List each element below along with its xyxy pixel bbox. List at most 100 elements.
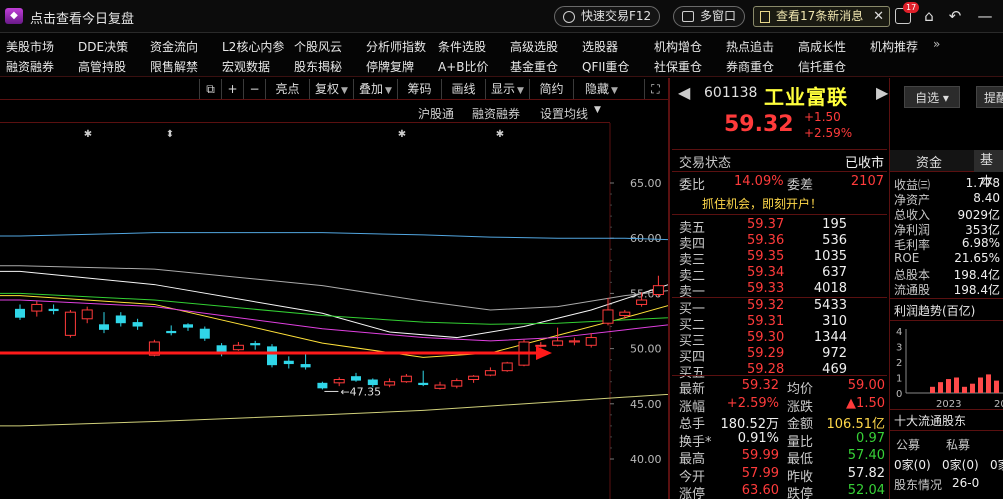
menu-item[interactable]: 条件选股 — [438, 38, 486, 55]
menu-item[interactable]: 热点追击 — [726, 38, 774, 55]
chart-subtool-item[interactable]: 沪股通 — [418, 105, 454, 122]
sell-level-row[interactable]: 卖五 59.37 195 — [672, 217, 887, 236]
menu-more-button[interactable]: » — [933, 37, 940, 51]
panel-divider[interactable] — [668, 78, 670, 499]
buy-level-row[interactable]: 买一 59.32 5433 — [672, 298, 887, 317]
tab-basic[interactable]: 基本 — [974, 150, 1003, 190]
chart-toolbar-button[interactable]: 复权 ▼ — [309, 79, 353, 99]
menu-item[interactable]: 美股市场 — [6, 38, 54, 55]
app-title[interactable]: 点击查看今日复盘 — [30, 8, 134, 27]
zoom-in-icon[interactable]: + — [221, 79, 243, 99]
candle-body[interactable] — [501, 362, 513, 372]
candle-body[interactable] — [400, 375, 412, 383]
menu-item[interactable]: 高成长性 — [798, 38, 846, 55]
next-stock-icon[interactable]: ▶ — [876, 83, 888, 102]
menu-item[interactable]: 限售解禁 — [150, 58, 198, 75]
candle-body[interactable] — [132, 322, 143, 327]
chevron-down-icon[interactable]: ▼ — [594, 105, 601, 115]
candle-body[interactable] — [81, 309, 93, 320]
buy-level-row[interactable]: 买三 59.30 1344 — [672, 330, 887, 349]
candle-body[interactable] — [468, 375, 480, 381]
candle-body[interactable] — [619, 311, 631, 316]
chart-toolbar-button[interactable]: 显示 ▼ — [485, 79, 529, 99]
candle-body[interactable] — [250, 343, 261, 346]
menu-item[interactable]: A+B比价 — [438, 58, 489, 75]
candle-body[interactable] — [535, 344, 547, 347]
candle-body[interactable] — [115, 315, 126, 324]
menu-item[interactable]: 基金重仓 — [510, 58, 558, 75]
candle-body[interactable] — [484, 370, 496, 376]
candle-body[interactable] — [64, 311, 76, 336]
chart-toolbar-button[interactable]: 亮点 — [265, 79, 309, 99]
candle-body[interactable] — [232, 344, 244, 351]
candle-body[interactable] — [15, 308, 25, 318]
menu-item[interactable]: 分析师指数 — [366, 38, 426, 55]
candle-body[interactable] — [183, 324, 193, 328]
kline-chart[interactable]: 65.00 60.00 55.00 50.00 45.00 40.00 ✱ ⬍ ✱ ✱ ←47.35 — [0, 123, 732, 499]
menu-item[interactable]: QFII重仓 — [582, 58, 629, 75]
sell-level-row[interactable]: 卖一 59.33 4018 — [672, 281, 887, 300]
menu-item[interactable]: 资金流向 — [150, 38, 198, 55]
minimize-icon[interactable]: — — [976, 7, 994, 25]
candle-body[interactable] — [317, 382, 328, 389]
sell-level-row[interactable]: 卖四 59.36 536 — [672, 233, 887, 252]
candle-body[interactable] — [568, 340, 580, 343]
candle-body[interactable] — [652, 285, 664, 296]
candle-body[interactable] — [451, 380, 463, 387]
menu-item[interactable]: 高级选股 — [510, 38, 558, 55]
candle-body[interactable] — [283, 360, 294, 365]
chart-toolbar-button[interactable]: 筹码 — [397, 79, 441, 99]
candle-body[interactable] — [552, 340, 564, 346]
menu-item[interactable]: L2核心内参 — [222, 38, 284, 55]
stock-name[interactable]: 工业富联 — [764, 81, 848, 110]
candle-body[interactable] — [31, 303, 43, 312]
event-marker-icon[interactable]: ✱ — [84, 129, 92, 140]
quick-trade-button[interactable]: 快速交易F12 — [554, 6, 661, 27]
menu-item[interactable]: 个股风云 — [294, 38, 342, 55]
close-icon[interactable]: ✕ — [873, 7, 884, 26]
buy-level-row[interactable]: 买二 59.31 310 — [672, 314, 887, 333]
news-button[interactable]: 查看17条新消息 ✕ — [753, 6, 890, 27]
home-icon[interactable]: ⌂ — [920, 7, 938, 25]
buy-level-row[interactable]: 买四 59.29 972 — [672, 346, 887, 365]
multi-window-button[interactable]: 多窗口 — [673, 6, 746, 27]
candle-body[interactable] — [585, 337, 597, 346]
chart-toolbar-button[interactable]: 叠加 ▼ — [353, 79, 397, 99]
menu-item[interactable]: 股东揭秘 — [294, 58, 342, 75]
menu-item[interactable]: 停牌复牌 — [366, 58, 414, 75]
chart-toolbar-button[interactable]: 隐藏 ▼ — [573, 79, 629, 99]
copy-icon[interactable]: ⧉ — [199, 79, 221, 99]
menu-item[interactable]: 融资融券 — [6, 58, 54, 75]
self-select-button[interactable]: 自选 ▾ — [904, 86, 960, 108]
zoom-out-icon[interactable]: − — [243, 79, 265, 99]
candle-body[interactable] — [418, 382, 429, 386]
candle-body[interactable] — [199, 328, 210, 339]
candle-body[interactable] — [384, 381, 396, 386]
candle-body[interactable] — [636, 299, 648, 305]
candle-body[interactable] — [48, 308, 59, 312]
event-marker-icon[interactable]: ✱ — [398, 129, 406, 140]
kline-chart-svg[interactable]: 65.0060.0055.0050.0045.0040.00✱ ⬍ ✱ ✱←47.35 — [0, 123, 732, 499]
chart-subtool-item[interactable]: 融资融券 — [472, 105, 520, 122]
tab-fund[interactable]: 资金 — [916, 152, 942, 171]
menu-item[interactable]: 宏观数据 — [222, 58, 270, 75]
chart-toolbar-button[interactable]: 画线 — [441, 79, 485, 99]
candle-body[interactable] — [434, 384, 446, 389]
candle-body[interactable] — [166, 330, 177, 334]
sell-level-row[interactable]: 卖三 59.35 1035 — [672, 249, 887, 268]
event-marker-icon[interactable]: ✱ — [496, 129, 504, 140]
menu-item[interactable]: 高管持股 — [78, 58, 126, 75]
prev-stock-icon[interactable]: ◀ — [678, 83, 690, 102]
promo-banner[interactable]: 抓住机会，即刻开户！ — [672, 194, 887, 212]
chart-toolbar-button[interactable]: 简约 — [529, 79, 573, 99]
candle-body[interactable] — [267, 346, 277, 366]
candle-body[interactable] — [300, 364, 311, 368]
sell-level-row[interactable]: 卖二 59.34 637 — [672, 265, 887, 284]
candle-body[interactable] — [367, 379, 378, 386]
menu-item[interactable]: 信托重仓 — [798, 58, 846, 75]
menu-item[interactable]: 券商重仓 — [726, 58, 774, 75]
candle-body[interactable] — [351, 376, 361, 381]
menu-item[interactable]: 社保重仓 — [654, 58, 702, 75]
menu-item[interactable]: DDE决策 — [78, 38, 128, 55]
back-icon[interactable]: ↶ — [946, 7, 964, 25]
